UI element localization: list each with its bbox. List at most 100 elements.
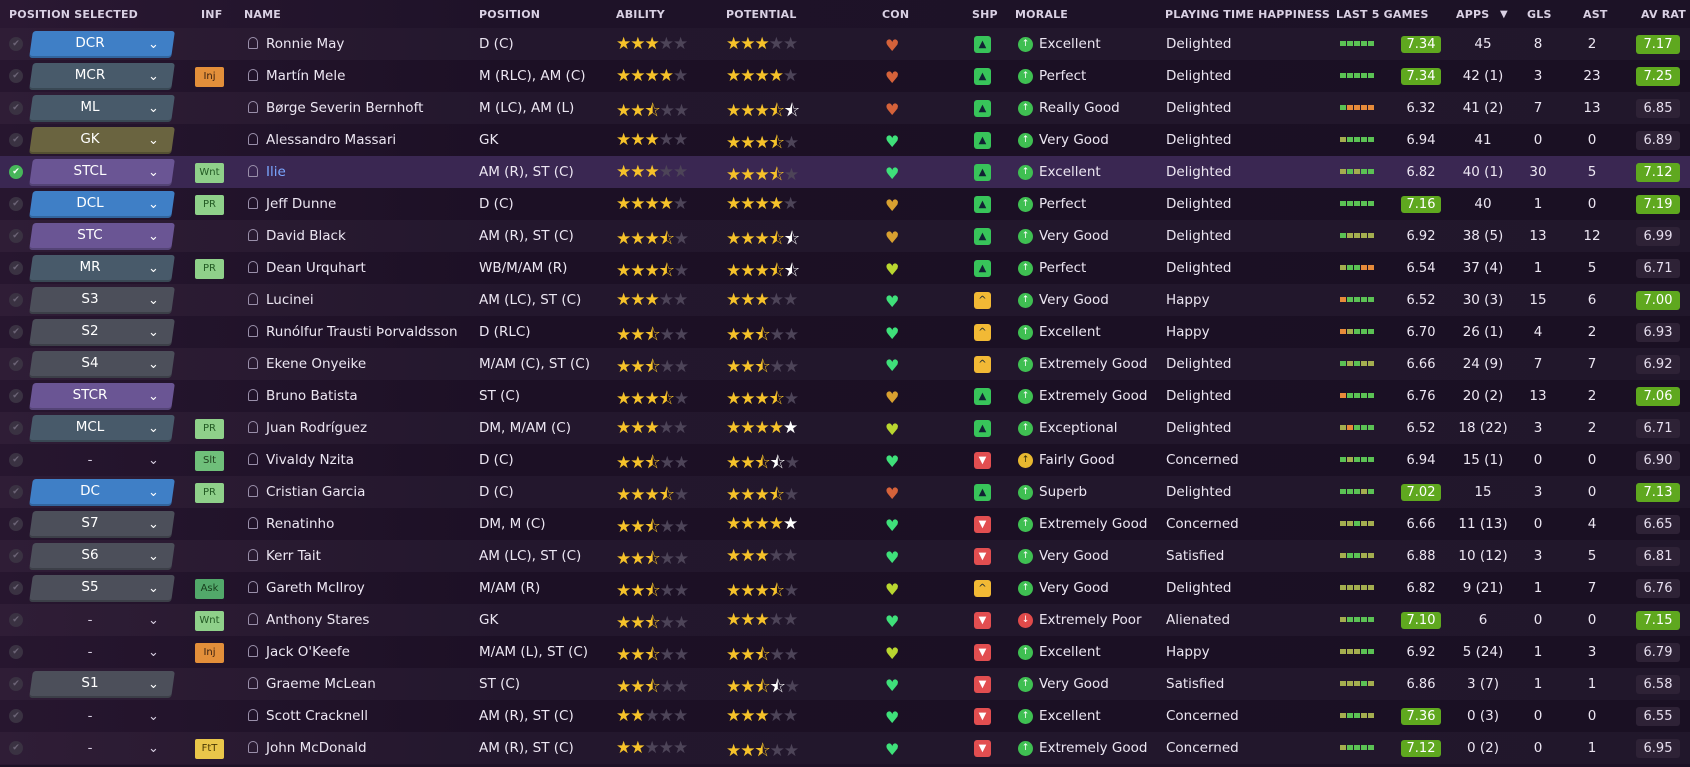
chevron-down-icon[interactable]: ⌄ — [148, 543, 159, 570]
table-row[interactable]: ✔ GK ⌄ Alessandro Massari GK ★★★★★ ★★★⯪★ ♥ ▲ ↑ Ver… — [0, 124, 1690, 156]
chevron-down-icon[interactable]: ⌄ — [148, 607, 159, 634]
info-badge[interactable]: Inj — [195, 643, 224, 663]
table-row[interactable]: ✔ DC ⌄ PR Cristian Garcia D (C) ★★★⯪★ ★★★⯪★ ♥ ▲ ↑ S… — [0, 476, 1690, 508]
table-row[interactable]: ✔ S4 ⌄ Ekene Onyeike M/AM (C), ST (C) ★★⯪★★ ★★… — [0, 348, 1690, 380]
table-row[interactable]: ✔ - ⌄ Slt Vivaldy Nzita D (C) ★★⯪★★ ★★⯪⯪★ ♥ ▼ ↑ Fai… — [0, 444, 1690, 476]
col-inf[interactable]: INF — [201, 8, 222, 21]
info-badge[interactable]: FtT — [195, 739, 224, 759]
col-last5[interactable]: LAST 5 GAMES — [1336, 8, 1429, 21]
select-checkbox[interactable]: ✔ — [9, 709, 23, 723]
select-checkbox[interactable]: ✔ — [9, 677, 23, 691]
chevron-down-icon[interactable]: ⌄ — [148, 415, 159, 442]
col-ability[interactable]: ABILITY — [616, 8, 665, 21]
player-name-link[interactable]: Kerr Tait — [266, 548, 321, 564]
position-slot-dropdown[interactable]: - — [48, 607, 132, 634]
table-row[interactable]: ✔ S5 ⌄ Ask Gareth McIlroy M/AM (R) ★★⯪★★ ★★★⯪★ ♥… — [0, 572, 1690, 604]
table-row[interactable]: ✔ MCL ⌄ PR Juan Rodríguez DM, M/AM (C) ★★★★★ ★★… — [0, 412, 1690, 444]
select-checkbox[interactable]: ✔ — [9, 549, 23, 563]
info-badge[interactable]: Slt — [195, 451, 224, 471]
chevron-down-icon[interactable]: ⌄ — [148, 671, 159, 698]
player-name-link[interactable]: Scott Cracknell — [266, 708, 368, 724]
select-checkbox[interactable]: ✔ — [9, 581, 23, 595]
info-badge[interactable]: PR — [195, 259, 224, 279]
chevron-down-icon[interactable]: ⌄ — [148, 511, 159, 538]
info-badge[interactable]: Wnt — [195, 163, 224, 183]
info-badge[interactable]: PR — [195, 195, 224, 215]
chevron-down-icon[interactable]: ⌄ — [148, 735, 159, 762]
table-row[interactable]: ✔ S7 ⌄ Renatinho DM, M (C) ★★⯪★★ ★★★★★ ♥ ▼ ↑ Extre… — [0, 508, 1690, 540]
col-apps[interactable]: APPS — [1456, 8, 1489, 21]
player-name-link[interactable]: Gareth McIlroy — [266, 580, 365, 596]
table-row[interactable]: ✔ STC ⌄ David Black AM (R), ST (C) ★★★⯪★ ★★★⯪⯪… — [0, 220, 1690, 252]
player-name-link[interactable]: Børge Severin Bernhoft — [266, 100, 423, 116]
select-checkbox[interactable]: ✔ — [9, 357, 23, 371]
col-name[interactable]: NAME — [244, 8, 281, 21]
player-name-link[interactable]: Vivaldy Nzita — [266, 452, 354, 468]
select-checkbox[interactable]: ✔ — [9, 261, 23, 275]
table-row[interactable]: ✔ S1 ⌄ Graeme McLean ST (C) ★★⯪★★ ★★⯪⯪★ ♥ ▼ ↑ Very… — [0, 668, 1690, 700]
info-badge[interactable]: PR — [195, 483, 224, 503]
col-position-selected[interactable]: POSITION SELECTED — [9, 8, 138, 21]
select-checkbox[interactable]: ✔ — [9, 37, 23, 51]
position-slot-dropdown[interactable]: - — [48, 735, 132, 762]
chevron-down-icon[interactable]: ⌄ — [148, 319, 159, 346]
player-name-link[interactable]: Lucinei — [266, 292, 314, 308]
select-checkbox[interactable]: ✔ — [9, 613, 23, 627]
info-badge[interactable]: PR — [195, 419, 224, 439]
player-name-link[interactable]: David Black — [266, 228, 346, 244]
col-assists[interactable]: AST — [1583, 8, 1608, 21]
player-name-link[interactable]: Cristian Garcia — [266, 484, 365, 500]
select-checkbox[interactable]: ✔ — [9, 101, 23, 115]
table-row[interactable]: ✔ S6 ⌄ Kerr Tait AM (LC), ST (C) ★★⯪★★ ★★★★★ ♥ ▼… — [0, 540, 1690, 572]
select-checkbox[interactable]: ✔ — [9, 325, 23, 339]
chevron-down-icon[interactable]: ⌄ — [148, 159, 159, 186]
table-row[interactable]: ✔ STCR ⌄ Bruno Batista ST (C) ★★★⯪★ ★★★⯪★ ♥ ▲ ↑ Ex… — [0, 380, 1690, 412]
player-name-link[interactable]: Dean Urquhart — [266, 260, 366, 276]
chevron-down-icon[interactable]: ⌄ — [148, 63, 159, 90]
table-row[interactable]: ✔ MR ⌄ PR Dean Urquhart WB/M/AM (R) ★★★⯪★ ★★★⯪⯪… — [0, 252, 1690, 284]
table-row[interactable]: ✔ DCR ⌄ Ronnie May D (C) ★★★★★ ★★★★★ ♥ ▲ ↑ Excelle… — [0, 28, 1690, 60]
chevron-down-icon[interactable]: ⌄ — [148, 95, 159, 122]
info-badge[interactable]: Wnt — [195, 611, 224, 631]
player-name-link[interactable]: Ekene Onyeike — [266, 356, 366, 372]
chevron-down-icon[interactable]: ⌄ — [148, 31, 159, 58]
col-position[interactable]: POSITION — [479, 8, 540, 21]
chevron-down-icon[interactable]: ⌄ — [148, 479, 159, 506]
player-name-link[interactable]: John McDonald — [266, 740, 367, 756]
chevron-down-icon[interactable]: ⌄ — [148, 447, 159, 474]
select-checkbox[interactable]: ✔ — [9, 133, 23, 147]
col-potential[interactable]: POTENTIAL — [726, 8, 797, 21]
select-checkbox[interactable]: ✔ — [9, 293, 23, 307]
sort-desc-icon[interactable]: ▼ — [1500, 9, 1508, 20]
table-row[interactable]: ✔ - ⌄ Scott Cracknell AM (R), ST (C) ★★★★★ ★★★… — [0, 700, 1690, 732]
info-badge[interactable]: Inj — [195, 67, 224, 87]
col-condition[interactable]: CON — [882, 8, 909, 21]
col-goals[interactable]: GLS — [1527, 8, 1552, 21]
table-row[interactable]: ✔ - ⌄ Wnt Anthony Stares GK ★★⯪★★ ★★★★★ ♥ ▼ ↓ Extre… — [0, 604, 1690, 636]
select-checkbox[interactable]: ✔ — [9, 741, 23, 755]
col-happiness[interactable]: SHP — [972, 8, 998, 21]
player-name-link[interactable]: Juan Rodríguez — [266, 420, 367, 436]
table-row[interactable]: ✔ MCR ⌄ Inj Martín Mele M (RLC), AM (C) ★★★★★ ★… — [0, 60, 1690, 92]
position-slot-dropdown[interactable]: - — [48, 639, 132, 666]
player-name-link[interactable]: Renatinho — [266, 516, 334, 532]
select-checkbox[interactable]: ✔ — [9, 389, 23, 403]
table-row[interactable]: ✔ - ⌄ Inj Jack O'Keefe M/AM (L), ST (C) ★★⯪★★ ★… — [0, 636, 1690, 668]
table-row[interactable]: ✔ ML ⌄ Børge Severin Bernhoft M (LC), AM (L)… — [0, 92, 1690, 124]
col-avg-rating[interactable]: AV RAT — [1641, 8, 1686, 21]
select-checkbox[interactable]: ✔ — [9, 69, 23, 83]
chevron-down-icon[interactable]: ⌄ — [148, 127, 159, 154]
position-slot-dropdown[interactable]: - — [48, 703, 132, 730]
info-badge[interactable]: Ask — [195, 579, 224, 599]
select-checkbox[interactable]: ✔ — [9, 197, 23, 211]
table-row[interactable]: ✔ S2 ⌄ Runólfur Trausti Þorvaldsson D (RLC) ★… — [0, 316, 1690, 348]
col-playing-time[interactable]: PLAYING TIME HAPPINESS — [1165, 8, 1330, 21]
player-name-link[interactable]: Graeme McLean — [266, 676, 376, 692]
chevron-down-icon[interactable]: ⌄ — [148, 639, 159, 666]
select-checkbox[interactable]: ✔ — [9, 453, 23, 467]
chevron-down-icon[interactable]: ⌄ — [148, 383, 159, 410]
chevron-down-icon[interactable]: ⌄ — [148, 351, 159, 378]
player-name-link[interactable]: Martín Mele — [266, 68, 345, 84]
chevron-down-icon[interactable]: ⌄ — [148, 703, 159, 730]
chevron-down-icon[interactable]: ⌄ — [148, 255, 159, 282]
